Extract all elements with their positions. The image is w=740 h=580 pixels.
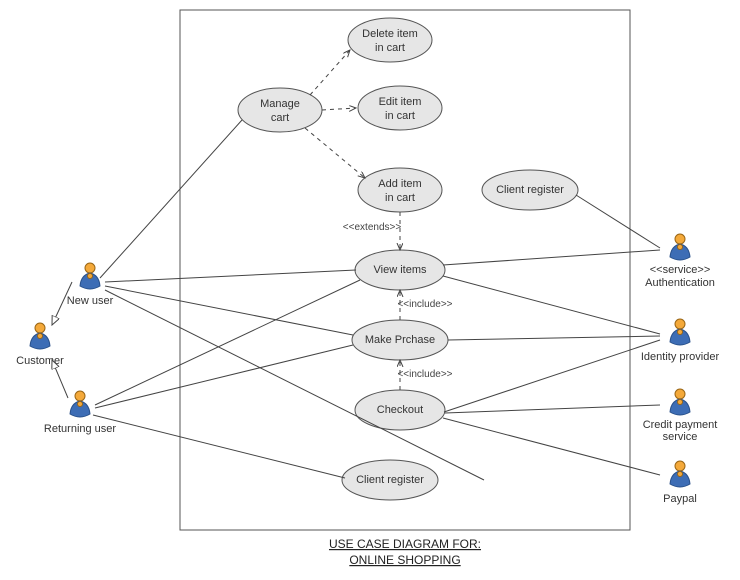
dep-manage-edit xyxy=(322,108,356,110)
svg-text:Credit payment: Credit payment xyxy=(643,419,718,431)
svg-text:Identity provider: Identity provider xyxy=(641,351,720,363)
svg-text:in cart: in cart xyxy=(375,42,405,54)
label-include-1: <<include>> xyxy=(397,299,452,310)
usecase-client-register-bottom: Client register xyxy=(342,460,438,500)
svg-text:Edit item: Edit item xyxy=(379,96,422,108)
label-extends: <<extends>> xyxy=(343,222,402,233)
svg-text:Delete item: Delete item xyxy=(362,28,418,40)
assoc-checkout-identity xyxy=(444,340,660,412)
svg-text:Add item: Add item xyxy=(378,178,421,190)
svg-text:Paypal: Paypal xyxy=(663,493,697,505)
actor-paypal: Paypal xyxy=(663,461,697,505)
assoc-return-clientreg xyxy=(93,415,345,478)
assoc-new-manage xyxy=(100,120,242,278)
svg-text:<<service>>: <<service>> xyxy=(650,264,711,276)
usecase-client-register-top: Client register xyxy=(482,170,578,210)
diagram-title-1: USE CASE DIAGRAM FOR: xyxy=(329,537,481,551)
svg-text:Make Prchase: Make Prchase xyxy=(365,334,435,346)
dep-manage-add xyxy=(305,128,365,178)
svg-text:Customer: Customer xyxy=(16,355,64,367)
svg-text:Manage: Manage xyxy=(260,98,300,110)
svg-text:View items: View items xyxy=(374,264,427,276)
assoc-view-auth xyxy=(443,250,660,265)
diagram-title-2: ONLINE SHOPPING xyxy=(349,553,460,567)
assoc-new-clientreg-bottom xyxy=(105,290,484,480)
svg-text:in cart: in cart xyxy=(385,110,415,122)
usecase-edit-item: Edit item in cart xyxy=(358,86,442,130)
usecase-delete-item: Delete item in cart xyxy=(348,18,432,62)
actor-credit-payment: Credit payment service xyxy=(643,389,718,443)
assoc-new-view xyxy=(105,270,356,282)
assoc-purchase-identity xyxy=(448,336,660,340)
actor-returning-user: Returning user xyxy=(44,391,116,435)
svg-text:in cart: in cart xyxy=(385,192,415,204)
assoc-view-identity xyxy=(443,276,660,334)
svg-text:Client register: Client register xyxy=(356,474,424,486)
actor-identity-provider: Identity provider xyxy=(641,319,720,363)
svg-text:New user: New user xyxy=(67,295,114,307)
usecase-view-items: View items xyxy=(355,250,445,290)
assoc-return-purchase xyxy=(95,345,353,408)
usecase-add-item: Add item in cart xyxy=(358,168,442,212)
svg-text:cart: cart xyxy=(271,112,289,124)
svg-text:Client register: Client register xyxy=(496,184,564,196)
actor-authentication: <<service>> Authentication xyxy=(645,234,715,289)
usecase-checkout: Checkout xyxy=(355,390,445,430)
actor-new-user: New user xyxy=(67,263,114,307)
diagram-canvas: Manage cart Delete item in cart Edit ite… xyxy=(0,0,740,580)
assoc-return-view xyxy=(95,280,360,405)
actor-customer: Customer xyxy=(16,323,64,367)
svg-text:Checkout: Checkout xyxy=(377,404,423,416)
svg-text:Returning user: Returning user xyxy=(44,423,116,435)
dep-manage-delete xyxy=(310,50,350,95)
assoc-checkout-paypal xyxy=(443,418,660,475)
svg-text:Authentication: Authentication xyxy=(645,277,715,289)
usecase-make-purchase: Make Prchase xyxy=(352,320,448,360)
assoc-checkout-credit xyxy=(445,405,660,413)
label-include-2: <<include>> xyxy=(397,369,452,380)
usecase-manage-cart: Manage cart xyxy=(238,88,322,132)
assoc-clientreg-auth xyxy=(576,195,660,248)
svg-text:service: service xyxy=(663,431,698,443)
assoc-new-purchase xyxy=(105,286,353,335)
